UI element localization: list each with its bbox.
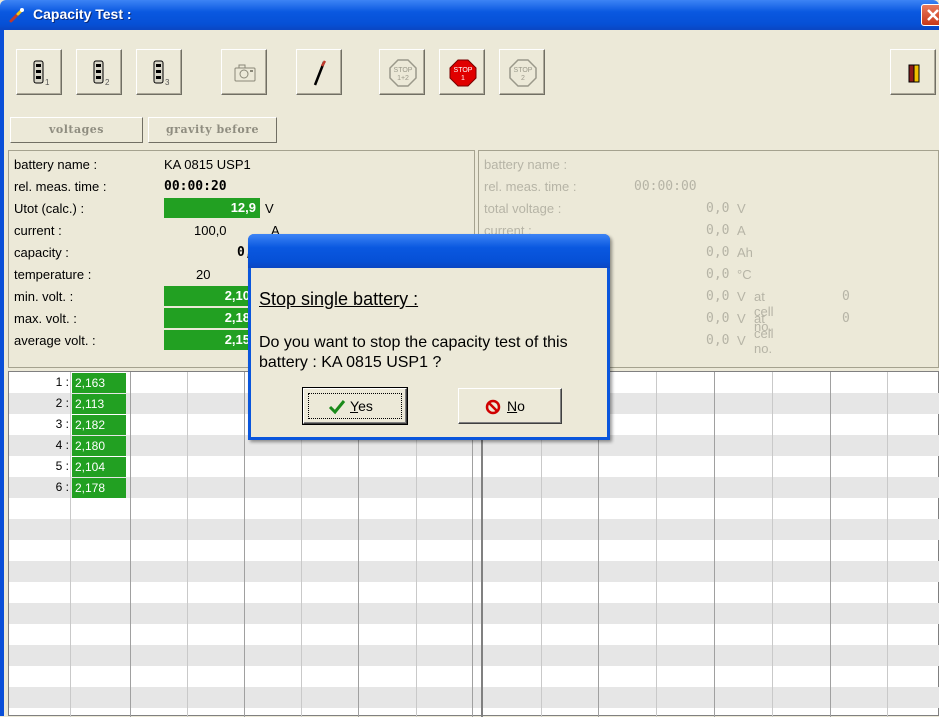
yes-button[interactable]: Yes: [302, 387, 408, 425]
meas-time-value: 00:00:20: [164, 179, 227, 194]
stop-battery-1-button[interactable]: STOP 1: [439, 49, 485, 95]
stop-sign-disabled-icon: STOP 1+2: [389, 59, 417, 87]
no-entry-icon: [485, 399, 501, 415]
battery-icon: 2: [93, 60, 110, 87]
close-icon: [927, 9, 939, 21]
window-title: Capacity Test :: [33, 6, 132, 22]
tab-voltages[interactable]: voltages: [10, 117, 143, 143]
door-exit-icon: [908, 64, 920, 83]
battery-name-value: KA 0815 USP1: [164, 157, 251, 172]
toolbar: 1 2 3 STOP 1+2 STOP 1 STOP 2: [4, 30, 939, 116]
svg-text:3: 3: [165, 78, 170, 87]
cell-voltage: 2,180: [72, 436, 126, 456]
max-volt-value: 2,18: [164, 308, 254, 328]
current-value: 100,0: [194, 223, 227, 238]
wrench-app-icon: [9, 8, 24, 23]
stop-battery-2-button[interactable]: STOP 2: [499, 49, 545, 95]
stop-sign-disabled-icon: STOP 2: [509, 59, 537, 87]
cell-voltage: 2,182: [72, 415, 126, 435]
svg-text:2: 2: [521, 75, 525, 82]
svg-text:1+2: 1+2: [397, 75, 409, 82]
temperature-value: 20: [196, 267, 211, 282]
battery-3-button[interactable]: 3: [136, 49, 182, 95]
checkmark-icon: [328, 400, 346, 415]
pencil-icon: [313, 60, 327, 86]
svg-text:1: 1: [45, 78, 50, 87]
battery-icon: 3: [153, 60, 170, 87]
close-button[interactable]: [921, 4, 939, 26]
exit-button[interactable]: [890, 49, 936, 95]
cell-voltage: 2,178: [72, 478, 126, 498]
min-volt-value: 2,10: [164, 286, 254, 306]
svg-text:STOP: STOP: [394, 67, 413, 74]
tab-gravity-before[interactable]: gravity before: [148, 117, 277, 143]
avg-volt-value: 2,15: [164, 330, 254, 350]
svg-text:2: 2: [105, 78, 110, 87]
edit-button[interactable]: [296, 49, 342, 95]
utot-value: 12,9: [164, 198, 260, 218]
title-bar[interactable]: Capacity Test :: [0, 0, 939, 30]
dialog-message: Do you want to stop the capacity test of…: [259, 334, 568, 371]
stop-battery-dialog[interactable]: Stop single battery : Do you want to sto…: [248, 234, 610, 440]
dialog-heading: Stop single battery :: [259, 289, 419, 309]
svg-text:STOP: STOP: [454, 67, 473, 74]
stop-sign-icon: STOP 1: [449, 59, 477, 87]
window-frame: [0, 30, 4, 716]
cell-voltage: 2,163: [72, 373, 126, 393]
battery-1-button[interactable]: 1: [16, 49, 62, 95]
no-button[interactable]: No: [458, 388, 562, 424]
dialog-title-bar[interactable]: [248, 234, 610, 268]
battery-icon: 1: [33, 60, 50, 87]
cell-voltage: 2,104: [72, 457, 126, 477]
stop-both-button[interactable]: STOP 1+2: [379, 49, 425, 95]
svg-text:1: 1: [461, 75, 465, 82]
svg-text:STOP: STOP: [514, 67, 533, 74]
camera-button[interactable]: [221, 49, 267, 95]
battery-2-button[interactable]: 2: [76, 49, 122, 95]
camera-icon: [234, 64, 256, 82]
cell-voltage: 2,113: [72, 394, 126, 414]
